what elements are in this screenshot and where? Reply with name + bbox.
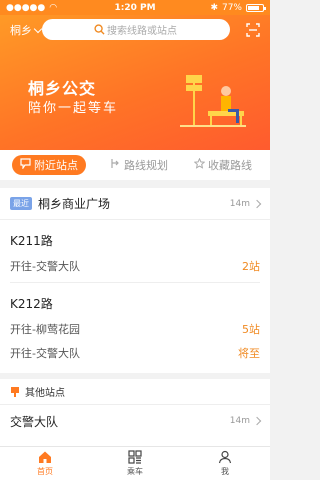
route-arrival: 5站 bbox=[242, 323, 260, 336]
city-label: 桐乡 bbox=[10, 24, 32, 37]
bus-stop-illustration-icon bbox=[180, 75, 246, 127]
route-direction: 开往-柳莺花园 bbox=[10, 323, 80, 336]
banner-title: 桐乡公交 bbox=[28, 79, 97, 98]
banner: 桐乡 搜索线路或站点 桐乡公交 陪你一起等车 bbox=[0, 15, 270, 150]
route-direction-row: 开往-交警大队 将至 bbox=[10, 341, 260, 365]
chevron-down-icon bbox=[33, 24, 43, 33]
route-direction: 开往-交警大队 bbox=[10, 347, 80, 360]
tab-nearby[interactable]: 附近站点 bbox=[12, 155, 86, 175]
search-placeholder: 搜索线路或站点 bbox=[107, 26, 177, 37]
tabbar-ride[interactable]: 乘车 bbox=[90, 447, 180, 480]
tabbar-me-label: 我 bbox=[221, 467, 229, 476]
route-card[interactable]: K212路 开往-柳莺花园 5站 开往-交警大队 将至 bbox=[0, 283, 270, 365]
status-time: 1:20 PM bbox=[114, 2, 156, 13]
scan-icon[interactable] bbox=[246, 23, 260, 37]
route-name: K212路 bbox=[10, 297, 53, 311]
station-distance: 14m bbox=[229, 416, 250, 426]
other-station-row[interactable]: 交警大队 14m bbox=[0, 405, 270, 437]
bus-stop-sign-icon bbox=[11, 386, 19, 397]
tabbar-home-label: 首页 bbox=[37, 467, 53, 476]
chat-bubble-icon bbox=[20, 158, 31, 172]
other-stations-title: 其他站点 bbox=[25, 388, 65, 399]
tab-route-plan[interactable]: 路线规划 bbox=[110, 157, 168, 173]
grid-icon bbox=[128, 450, 142, 464]
nearby-list: 最近 桐乡商业广场 14m K211路 开往-交警大队 2站 K212路 开往-… bbox=[0, 188, 270, 446]
search-input[interactable]: 搜索线路或站点 bbox=[42, 19, 230, 40]
station-name: 交警大队 bbox=[10, 414, 59, 429]
tab-route-plan-label: 路线规划 bbox=[124, 159, 168, 172]
route-direction-row: 开往-柳莺花园 5站 bbox=[10, 317, 260, 341]
nearest-station-row[interactable]: 最近 桐乡商业广场 14m bbox=[0, 188, 270, 220]
station-distance: 14m bbox=[229, 198, 250, 209]
station-name: 桐乡商业广场 bbox=[38, 197, 111, 211]
person-icon bbox=[218, 450, 232, 464]
route-icon bbox=[110, 158, 121, 172]
tab-favorites-label: 收藏路线 bbox=[208, 159, 252, 172]
city-selector[interactable]: 桐乡 bbox=[10, 22, 43, 38]
banner-subtitle: 陪你一起等车 bbox=[28, 101, 119, 116]
search-icon bbox=[94, 24, 105, 35]
route-direction-row: 开往-交警大队 2站 bbox=[10, 254, 260, 278]
bottom-tab-bar: 首页 乘车 我 bbox=[0, 446, 270, 480]
route-direction: 开往-交警大队 bbox=[10, 260, 80, 273]
route-arrival: 将至 bbox=[238, 347, 260, 360]
star-icon bbox=[193, 157, 206, 172]
status-bar: ●●●●● ◠ 1:20 PM ✱ 77% bbox=[0, 0, 270, 15]
topbar: 桐乡 搜索线路或站点 bbox=[0, 15, 270, 45]
route-card[interactable]: K211路 开往-交警大队 2站 bbox=[0, 220, 270, 283]
home-icon bbox=[39, 451, 51, 463]
battery-icon bbox=[246, 3, 266, 12]
route-name: K211路 bbox=[10, 234, 53, 248]
tabbar-me[interactable]: 我 bbox=[180, 447, 270, 480]
nearest-badge: 最近 bbox=[10, 197, 32, 210]
other-stations-heading: 其他站点 bbox=[0, 379, 270, 405]
feature-tabs: 附近站点 路线规划 收藏路线 bbox=[0, 150, 270, 180]
route-arrival: 2站 bbox=[242, 260, 260, 273]
tabbar-ride-label: 乘车 bbox=[127, 467, 143, 476]
chevron-right-icon bbox=[252, 199, 262, 208]
tabbar-home[interactable]: 首页 bbox=[0, 447, 90, 480]
chevron-right-icon bbox=[252, 416, 262, 426]
tab-favorites[interactable]: 收藏路线 bbox=[193, 157, 252, 173]
tab-nearby-label: 附近站点 bbox=[34, 159, 78, 172]
